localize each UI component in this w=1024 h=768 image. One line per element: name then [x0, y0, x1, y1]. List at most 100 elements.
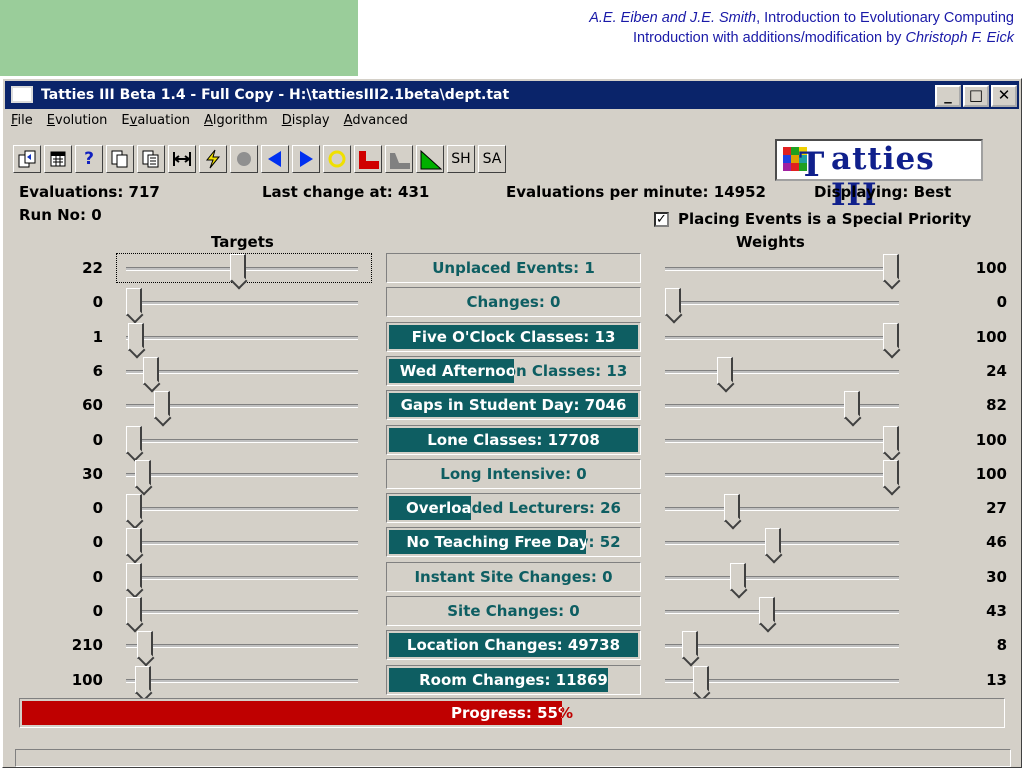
caption-title: , Introduction to Evolutionary Computing	[756, 10, 1014, 26]
target-slider-track[interactable]	[126, 507, 358, 512]
weight-slider-track[interactable]	[665, 267, 899, 271]
weight-slider-thumb[interactable]	[682, 631, 699, 660]
menu-display[interactable]: Display	[282, 113, 330, 128]
maximize-button[interactable]: □	[963, 85, 989, 107]
target-slider-track[interactable]	[126, 335, 358, 340]
progress-bar: Progress: 55% Progress: 55%	[19, 698, 1005, 728]
target-slider-thumb[interactable]	[128, 322, 145, 351]
circle-icon[interactable]	[323, 145, 351, 173]
weight-slider-track[interactable]	[665, 438, 899, 443]
target-slider-thumb[interactable]	[126, 528, 142, 557]
menu-evolution[interactable]: Evolution	[47, 113, 108, 128]
lightning-icon[interactable]	[199, 145, 227, 173]
target-value: 22	[82, 259, 103, 277]
caption-line2-prefix: Introduction with additions/modification…	[633, 30, 906, 46]
title-bar[interactable]: Tatties III Beta 1.4 - Full Copy - H:\ta…	[5, 81, 1019, 109]
weight-slider-track[interactable]	[665, 644, 899, 649]
menu-evaluation[interactable]: Evaluation	[121, 113, 190, 128]
weight-value: 8	[996, 636, 1007, 655]
target-slider-thumb[interactable]	[126, 288, 142, 317]
target-slider-thumb[interactable]	[143, 356, 160, 385]
target-slider-thumb[interactable]	[126, 597, 142, 625]
gray-graph-icon[interactable]	[385, 145, 413, 173]
fit-width-icon[interactable]	[168, 145, 196, 173]
target-slider-track[interactable]	[126, 541, 358, 546]
target-slider-track[interactable]	[126, 472, 358, 477]
stop-icon[interactable]	[230, 145, 258, 173]
weight-slider-thumb[interactable]	[843, 391, 860, 420]
app-icon[interactable]	[11, 86, 33, 103]
green-graph-icon[interactable]	[416, 145, 444, 173]
menu-algorithm[interactable]: Algorithm	[204, 113, 268, 128]
open-icon[interactable]	[13, 145, 41, 173]
progress-label-clip: Progress: 55%	[20, 699, 562, 727]
menu-advanced[interactable]: Advanced	[344, 113, 408, 128]
help-icon[interactable]: ?	[75, 145, 103, 173]
target-slider-thumb[interactable]	[229, 254, 246, 282]
objective-label-clip: Site Changes: 0	[387, 597, 389, 625]
status-bar	[15, 749, 1011, 767]
weight-value: 30	[986, 567, 1007, 586]
calendar-icon[interactable]	[44, 145, 72, 173]
weight-slider-track[interactable]	[665, 369, 899, 374]
weight-slider-track[interactable]	[665, 404, 899, 409]
target-slider-thumb[interactable]	[126, 494, 142, 523]
target-slider-track[interactable]	[126, 575, 358, 580]
copy-icon[interactable]	[106, 145, 134, 173]
close-button[interactable]: ✕	[991, 85, 1017, 107]
weight-slider-thumb[interactable]	[883, 322, 899, 351]
weight-slider-thumb[interactable]	[730, 562, 747, 591]
target-slider-track[interactable]	[126, 438, 358, 443]
weight-slider-thumb[interactable]	[693, 665, 710, 694]
paste-icon[interactable]	[137, 145, 165, 173]
slide-caption: A.E. Eiben and J.E. Smith, Introduction …	[589, 8, 1014, 48]
weight-slider-track[interactable]	[665, 301, 899, 306]
weight-slider-track[interactable]	[665, 575, 899, 580]
weight-slider-thumb[interactable]	[723, 494, 740, 523]
weight-slider-thumb[interactable]	[883, 425, 899, 454]
weight-slider-track[interactable]	[665, 507, 899, 512]
weight-slider-track[interactable]	[665, 610, 899, 614]
minimize-button[interactable]: _	[935, 85, 961, 107]
weight-slider-thumb[interactable]	[717, 356, 734, 385]
target-slider-thumb[interactable]	[136, 631, 153, 660]
slide-green-block	[0, 0, 358, 76]
weight-slider-thumb[interactable]	[883, 254, 899, 282]
target-slider-track[interactable]	[126, 369, 358, 374]
sh-button[interactable]: SH	[447, 145, 475, 173]
weight-slider-thumb[interactable]	[765, 528, 782, 557]
weight-slider-track[interactable]	[665, 472, 899, 477]
target-slider-thumb[interactable]	[154, 391, 171, 420]
target-value: 100	[71, 670, 103, 689]
target-slider-thumb[interactable]	[126, 425, 142, 454]
back-icon[interactable]	[261, 145, 289, 173]
menu-file[interactable]: File	[11, 113, 33, 128]
weight-slider-track[interactable]	[665, 335, 899, 340]
run-number: Run No: 0	[19, 206, 102, 224]
objective-label-clip: Changes: 0	[387, 288, 389, 316]
weight-slider-thumb[interactable]	[665, 288, 681, 317]
target-value: 0	[92, 602, 103, 620]
evaluations-count: Evaluations: 717	[19, 183, 160, 201]
objective-bar: Lone Classes: 17708Lone Classes: 17708	[386, 424, 641, 455]
weight-slider-thumb[interactable]	[883, 459, 899, 488]
target-slider-thumb[interactable]	[126, 562, 142, 591]
objective-label-clip: Overloaded Lecturers: 26	[387, 494, 471, 522]
target-value: 0	[92, 567, 103, 586]
target-value: 6	[92, 361, 103, 380]
target-slider-track[interactable]	[126, 301, 358, 306]
forward-icon[interactable]	[292, 145, 320, 173]
weight-value: 27	[986, 499, 1007, 518]
objective-bar: Site Changes: 0 Site Changes: 0	[386, 596, 641, 626]
target-slider-track[interactable]	[126, 610, 358, 614]
placing-priority-checkbox[interactable]: ✓	[654, 212, 669, 227]
sa-button[interactable]: SA	[478, 145, 506, 173]
target-slider-thumb[interactable]	[134, 459, 151, 488]
weight-slider-track[interactable]	[665, 541, 899, 546]
weight-value: 24	[986, 361, 1007, 380]
red-graph-icon[interactable]	[354, 145, 382, 173]
target-slider-track[interactable]	[126, 678, 358, 683]
target-slider-track[interactable]	[126, 644, 358, 649]
weight-slider-thumb[interactable]	[758, 597, 775, 625]
target-slider-thumb[interactable]	[134, 665, 151, 694]
